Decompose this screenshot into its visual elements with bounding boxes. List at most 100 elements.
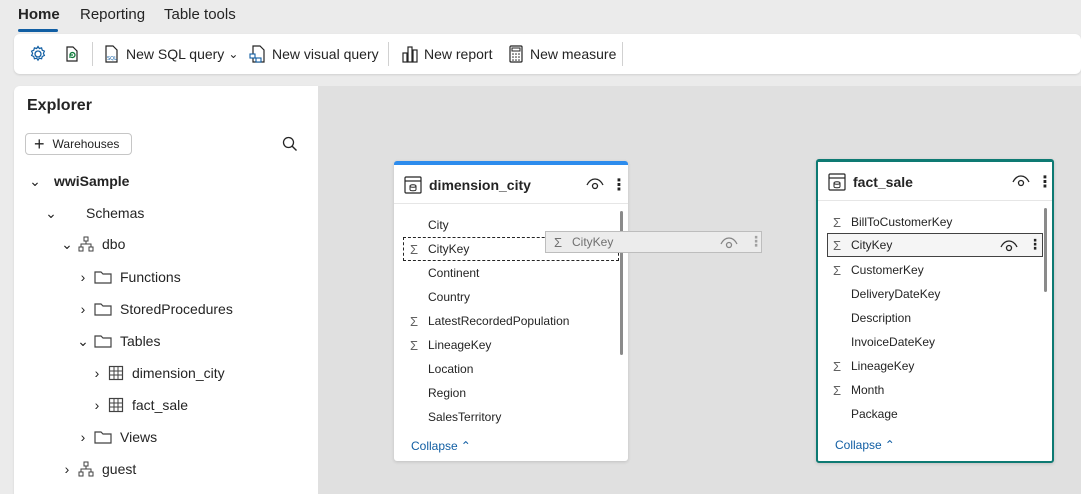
column-customerkey[interactable]: Σ CustomerKey xyxy=(829,260,924,280)
chevron-right-icon[interactable]: › xyxy=(76,429,90,445)
chevron-right-icon[interactable]: › xyxy=(76,301,90,317)
new-report-button[interactable]: New report xyxy=(400,42,492,66)
chevron-down-icon[interactable]: ⌄ xyxy=(228,47,238,61)
new-measure-button[interactable]: New measure xyxy=(506,42,616,66)
chevron-down-icon[interactable]: ⌄ xyxy=(44,205,58,222)
more-options-icon: ⋮ xyxy=(749,233,763,249)
column-salesterritory[interactable]: SalesTerritory xyxy=(406,407,501,427)
chevron-down-icon[interactable]: ⌄ xyxy=(28,173,42,190)
refresh-button[interactable] xyxy=(62,42,82,66)
settings-button[interactable] xyxy=(28,42,48,66)
tree-item-dbo[interactable]: ⌄ dbo xyxy=(60,234,125,254)
table-name: dimension_city xyxy=(429,177,531,193)
sql-file-icon: SQL xyxy=(105,45,118,63)
column-continent[interactable]: Continent xyxy=(406,263,479,283)
sigma-icon: Σ xyxy=(832,262,842,278)
table-card-dimension-city[interactable]: dimension_city ⋮ City Σ CityKey Continent… xyxy=(394,161,628,461)
column-country[interactable]: Country xyxy=(406,287,470,307)
column-location[interactable]: Location xyxy=(406,359,473,379)
column-lineagekey[interactable]: Σ LineageKey xyxy=(829,356,914,376)
tree-item-schemas[interactable]: ⌄ Schemas xyxy=(44,203,144,223)
new-sql-query-label: New SQL query xyxy=(126,46,225,62)
column-name: Location xyxy=(428,362,474,376)
chevron-down-icon[interactable]: ⌄ xyxy=(60,236,74,253)
chevron-up-icon: ⌃ xyxy=(460,439,471,453)
sigma-icon: Σ xyxy=(832,237,842,253)
collapse-button[interactable]: Collapse ⌃ xyxy=(835,438,895,452)
more-options-icon[interactable]: ⋮ xyxy=(611,175,627,195)
chevron-down-icon[interactable]: ⌄ xyxy=(76,333,90,350)
toolbar-separator xyxy=(388,42,389,66)
table-icon xyxy=(403,175,423,195)
folder-icon xyxy=(94,301,112,317)
eye-icon[interactable] xyxy=(1012,174,1030,193)
chevron-right-icon[interactable]: › xyxy=(90,397,104,413)
drag-ghost-label: CityKey xyxy=(572,235,614,249)
column-region[interactable]: Region xyxy=(406,383,466,403)
eye-icon[interactable] xyxy=(586,177,604,196)
table-grid-icon xyxy=(108,365,124,381)
tree-item-wwisample[interactable]: ⌄ wwiSample xyxy=(28,171,129,191)
add-warehouses-button[interactable]: + Warehouses xyxy=(25,133,132,155)
column-billtocustomerkey[interactable]: Σ BillToCustomerKey xyxy=(829,212,952,232)
tree-item-tables[interactable]: ⌄ Tables xyxy=(76,331,160,351)
column-name: InvoiceDateKey xyxy=(851,335,936,349)
new-visual-query-button[interactable]: New visual query xyxy=(248,42,379,66)
tree-item-guest[interactable]: › guest xyxy=(60,459,137,479)
tab-reporting[interactable]: Reporting xyxy=(80,6,145,23)
column-city[interactable]: City xyxy=(406,215,449,235)
column-invoicedatekey[interactable]: InvoiceDateKey xyxy=(829,332,935,352)
column-citykey[interactable]: Σ CityKey xyxy=(829,235,892,255)
tree-item-fact-sale[interactable]: › fact_sale xyxy=(90,395,188,415)
tree-item-views[interactable]: › Views xyxy=(76,427,157,447)
collapse-button[interactable]: Collapse ⌃ xyxy=(411,439,471,453)
table-card-fact-sale[interactable]: fact_sale ⋮ Σ BillToCustomerKey ⋮ Σ CityKe… xyxy=(816,159,1054,463)
tree-item-storedprocedures[interactable]: › StoredProcedures xyxy=(76,299,233,319)
ribbon-tab-bar: Home Reporting Table tools xyxy=(0,0,1081,34)
tab-home[interactable]: Home xyxy=(18,6,60,23)
column-citykey[interactable]: Σ CityKey xyxy=(406,239,469,259)
column-lineagekey[interactable]: Σ LineageKey xyxy=(406,335,491,355)
column-month[interactable]: Σ Month xyxy=(829,380,884,400)
tree-item-label: fact_sale xyxy=(132,397,189,413)
drag-ghost-column[interactable]: Σ CityKey ⋮ xyxy=(545,231,763,253)
column-package[interactable]: Package xyxy=(829,404,898,424)
active-tab-indicator xyxy=(18,29,58,32)
column-name: Month xyxy=(851,383,885,397)
tree-item-label: StoredProcedures xyxy=(120,301,233,317)
column-name: City xyxy=(428,218,449,232)
column-name: SalesTerritory xyxy=(428,410,502,424)
toolbar-separator xyxy=(622,42,623,66)
chevron-right-icon[interactable]: › xyxy=(90,365,104,381)
column-description[interactable]: Description xyxy=(829,308,911,328)
eye-icon[interactable] xyxy=(1000,239,1018,258)
table-name: fact_sale xyxy=(853,174,913,190)
tree-item-dimension-city[interactable]: › dimension_city xyxy=(90,363,225,383)
more-options-icon[interactable]: ⋮ xyxy=(1037,172,1053,192)
refresh-icon xyxy=(66,46,78,62)
folder-icon xyxy=(94,429,112,445)
column-name: Description xyxy=(851,311,912,325)
scrollbar[interactable] xyxy=(1044,208,1047,292)
collapse-label: Collapse xyxy=(835,438,882,452)
tab-table-tools[interactable]: Table tools xyxy=(164,6,236,23)
new-measure-label: New measure xyxy=(530,46,617,62)
collapse-label: Collapse xyxy=(411,439,458,453)
column-latestrecordedpopulation[interactable]: Σ LatestRecordedPopulation xyxy=(406,311,569,331)
plus-icon: + xyxy=(34,134,45,154)
search-icon[interactable] xyxy=(282,136,298,152)
chevron-right-icon[interactable]: › xyxy=(76,269,90,285)
column-deliverydatekey[interactable]: DeliveryDateKey xyxy=(829,284,940,304)
table-card-header[interactable]: fact_sale ⋮ xyxy=(818,162,1053,202)
schema-icon xyxy=(78,461,94,477)
folder-icon xyxy=(94,333,112,349)
new-sql-query-button[interactable]: SQL New SQL query ⌄ xyxy=(102,42,238,66)
tree-item-label: wwiSample xyxy=(54,173,130,189)
table-grid-icon xyxy=(108,397,124,413)
chevron-right-icon[interactable]: › xyxy=(60,461,74,477)
table-card-header[interactable]: dimension_city ⋮ xyxy=(394,165,628,205)
more-options-icon[interactable]: ⋮ xyxy=(1028,236,1042,253)
tree-item-functions[interactable]: › Functions xyxy=(76,267,181,287)
column-name: LatestRecordedPopulation xyxy=(428,314,570,328)
column-name: CustomerKey xyxy=(851,263,924,277)
